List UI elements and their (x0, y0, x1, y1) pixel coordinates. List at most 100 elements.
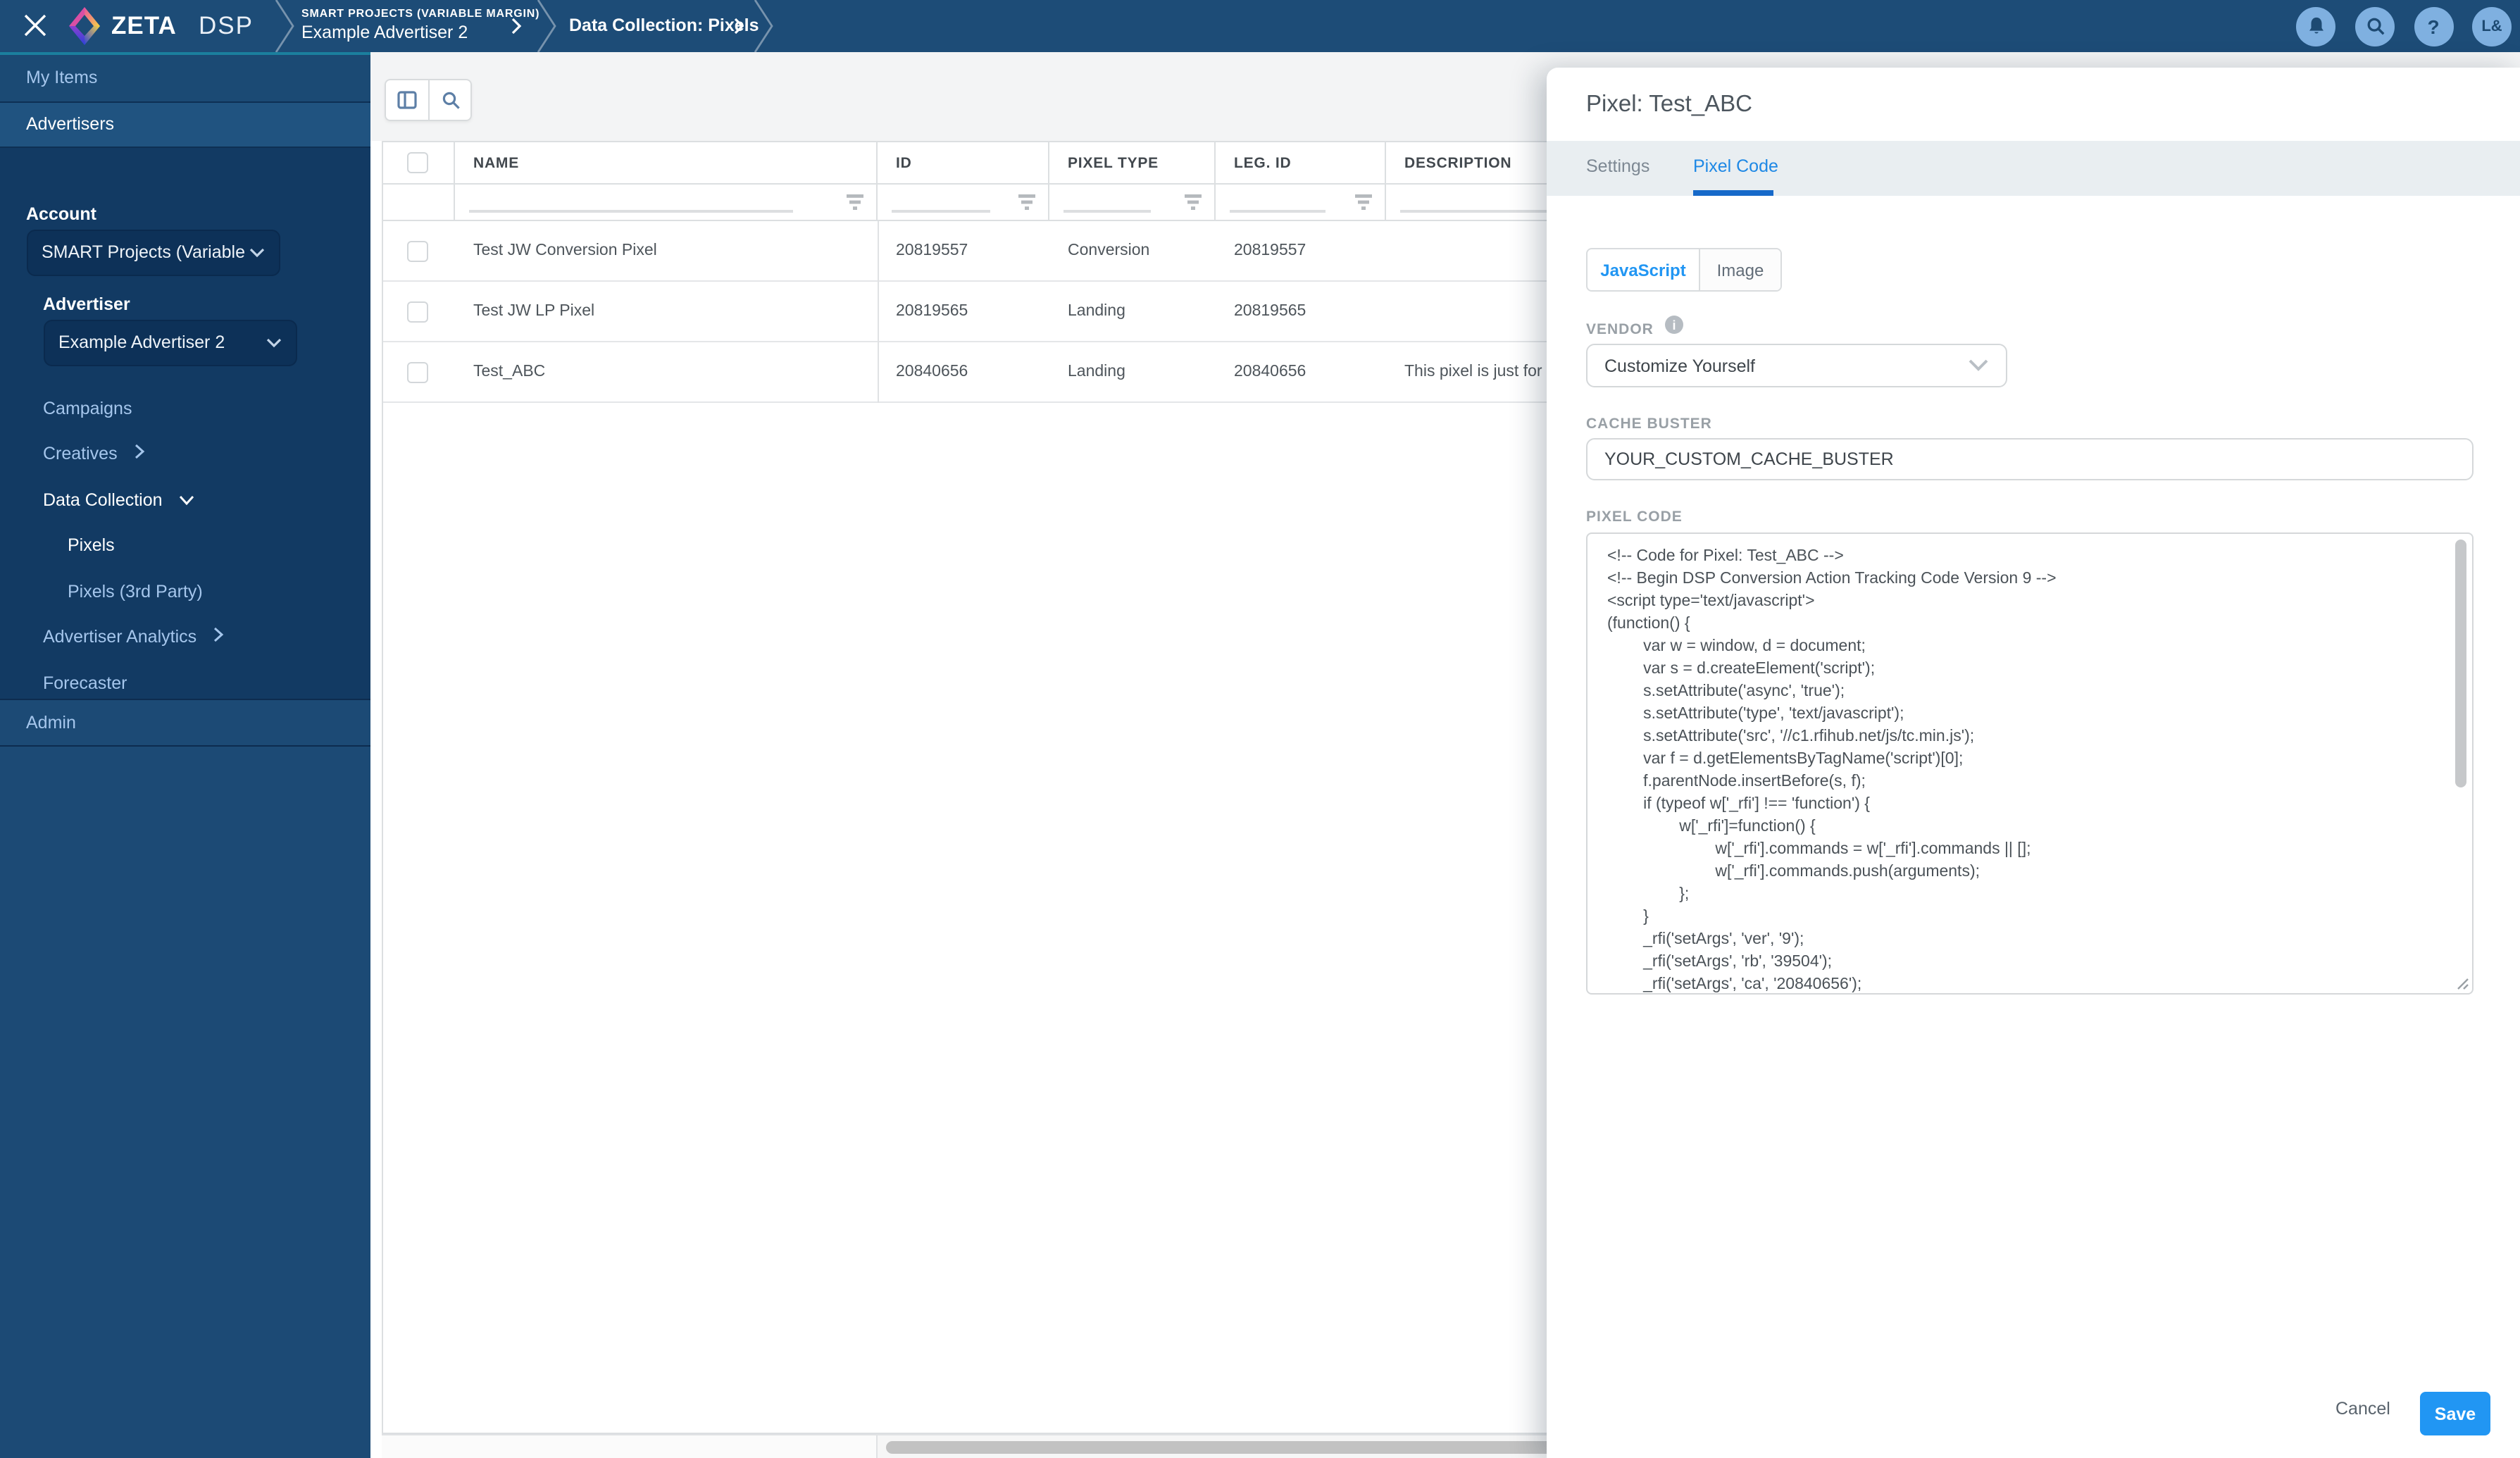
cell-id: 20819557 (878, 221, 1049, 282)
campaigns-label: Campaigns (43, 398, 132, 418)
row-checkbox[interactable] (407, 301, 428, 323)
account-select-value: SMART Projects (Variable M... (42, 242, 249, 262)
filter-cell-empty (383, 185, 455, 221)
close-menu-icon[interactable] (23, 13, 48, 38)
pixel-code-label: PIXEL CODE (1586, 509, 1683, 525)
cache-buster-value: YOUR_CUSTOM_CACHE_BUSTER (1604, 449, 1894, 469)
sidebar-item-pixels-3rd-party[interactable]: Pixels (3rd Party) (68, 568, 438, 614)
sidebar-item-creatives[interactable]: Creatives (43, 431, 413, 477)
tab-settings[interactable]: Settings (1586, 141, 1649, 195)
filter-input-pixel-type[interactable] (1063, 210, 1151, 213)
forecaster-label: Forecaster (43, 673, 127, 692)
row-checkbox[interactable] (407, 241, 428, 262)
sidebar-item-advertisers[interactable]: Advertisers (0, 102, 370, 146)
advertiser-select[interactable]: Example Advertiser 2 (43, 319, 297, 366)
user-avatar[interactable]: L& (2472, 6, 2512, 46)
breadcrumb-separator-icon (749, 0, 780, 52)
zeta-logo (66, 6, 103, 46)
my-items-label: My Items (26, 55, 97, 101)
sidebar-item-advertiser-analytics[interactable]: Advertiser Analytics (43, 614, 413, 660)
cell-id: 20840656 (878, 342, 1049, 403)
cache-buster-input[interactable]: YOUR_CUSTOM_CACHE_BUSTER (1586, 438, 2474, 480)
header-checkbox-cell (383, 142, 455, 185)
breadcrumb-separator-icon (532, 0, 563, 52)
sidebar-item-pixels[interactable]: Pixels (68, 523, 438, 568)
tab-pixel-code[interactable]: Pixel Code (1693, 141, 1778, 195)
filter-icon[interactable] (1354, 194, 1373, 211)
search-button[interactable] (2355, 6, 2395, 46)
filter-cell-pixel-type[interactable] (1049, 185, 1216, 221)
chevron-right-icon (213, 627, 224, 642)
sidebar: My Items Advertisers Account SMART Proje… (0, 52, 370, 1458)
chevron-right-icon[interactable] (732, 17, 745, 42)
filter-cell-id[interactable] (878, 185, 1049, 221)
sidebar-footer-area (0, 747, 370, 1458)
pixel-code-textarea[interactable]: <!-- Code for Pixel: Test_ABC --> <!-- B… (1586, 532, 2474, 995)
table-left-gutter (370, 141, 382, 1458)
advertiser-label: Advertiser (43, 294, 130, 313)
filter-input-name[interactable] (469, 210, 793, 213)
cancel-button[interactable]: Cancel (2335, 1399, 2390, 1419)
javascript-toggle-button[interactable]: JavaScript (1588, 249, 1700, 290)
creatives-label: Creatives (43, 444, 118, 463)
save-button[interactable]: Save (2420, 1392, 2490, 1435)
panel-tabs: Settings Pixel Code (1547, 141, 2520, 195)
cell-pixel-type: Conversion (1049, 221, 1216, 282)
pixels-label: Pixels (68, 535, 115, 555)
column-header-id[interactable]: ID (878, 142, 1049, 185)
pixel-detail-panel: Pixel: Test_ABC Settings Pixel Code Java… (1547, 68, 2520, 1458)
sidebar-item-admin[interactable]: Admin (0, 699, 370, 745)
columns-icon (397, 90, 417, 110)
row-checkbox-cell (383, 282, 455, 342)
advertiser-select-value: Example Advertiser 2 (58, 332, 266, 352)
sidebar-nav: Account SMART Projects (Variable M... Ad… (0, 147, 370, 698)
filter-cell-name[interactable] (455, 185, 878, 221)
filter-icon[interactable] (1183, 194, 1203, 211)
chevron-down-icon (179, 494, 194, 505)
grid-search-button[interactable] (428, 79, 472, 121)
advertisers-label: Advertisers (26, 102, 114, 146)
admin-label: Admin (26, 699, 76, 745)
column-header-pixel-type[interactable]: PIXEL TYPE (1049, 142, 1216, 185)
column-header-leg-id[interactable]: LEG. ID (1216, 142, 1386, 185)
avatar-initials: L& (2481, 18, 2502, 35)
row-checkbox[interactable] (407, 362, 428, 383)
breadcrumb-current[interactable]: Data Collection: Pixels (569, 0, 759, 52)
filter-icon[interactable] (1017, 194, 1037, 211)
cell-name: Test JW Conversion Pixel (455, 221, 878, 282)
filter-icon[interactable] (845, 194, 865, 211)
cell-leg-id: 20819557 (1216, 221, 1386, 282)
code-scrollbar-thumb[interactable] (2455, 540, 2466, 787)
breadcrumb-advertiser: Example Advertiser 2 (301, 23, 539, 42)
chevron-down-icon (1968, 359, 1989, 372)
image-toggle-button[interactable]: Image (1700, 249, 1780, 290)
sidebar-item-campaigns[interactable]: Campaigns (43, 385, 413, 431)
cell-name: Test JW LP Pixel (455, 282, 878, 342)
vendor-select-value: Customize Yourself (1604, 356, 1968, 375)
cell-pixel-type: Landing (1049, 342, 1216, 403)
breadcrumb[interactable]: SMART PROJECTS (VARIABLE MARGIN) Example… (301, 7, 539, 42)
filter-input-leg-id[interactable] (1230, 210, 1326, 213)
filter-input-id[interactable] (892, 210, 990, 213)
question-mark-icon: ? (2427, 15, 2439, 37)
info-icon[interactable]: i (1665, 316, 1683, 334)
brand-suffix: DSP (199, 0, 254, 52)
column-header-name[interactable]: NAME (455, 142, 878, 185)
column-panel-button[interactable] (385, 79, 428, 121)
vendor-select[interactable]: Customize Yourself (1586, 344, 2007, 387)
notifications-button[interactable] (2296, 6, 2335, 46)
vendor-label: VENDOR (1586, 321, 1654, 338)
resize-grip-icon[interactable] (2454, 975, 2469, 990)
filter-cell-leg-id[interactable] (1216, 185, 1386, 221)
cell-pixel-type: Landing (1049, 282, 1216, 342)
sidebar-item-my-items[interactable]: My Items (0, 55, 370, 101)
help-button[interactable]: ? (2414, 6, 2453, 46)
account-label: Account (26, 204, 96, 223)
chevron-down-icon (266, 337, 281, 347)
cell-id: 20819565 (878, 282, 1049, 342)
sidebar-item-data-collection[interactable]: Data Collection (43, 477, 413, 523)
chevron-right-icon[interactable] (510, 17, 523, 42)
account-select[interactable]: SMART Projects (Variable M... (26, 229, 280, 275)
advertiser-analytics-label: Advertiser Analytics (43, 627, 197, 647)
select-all-checkbox[interactable] (407, 152, 428, 173)
